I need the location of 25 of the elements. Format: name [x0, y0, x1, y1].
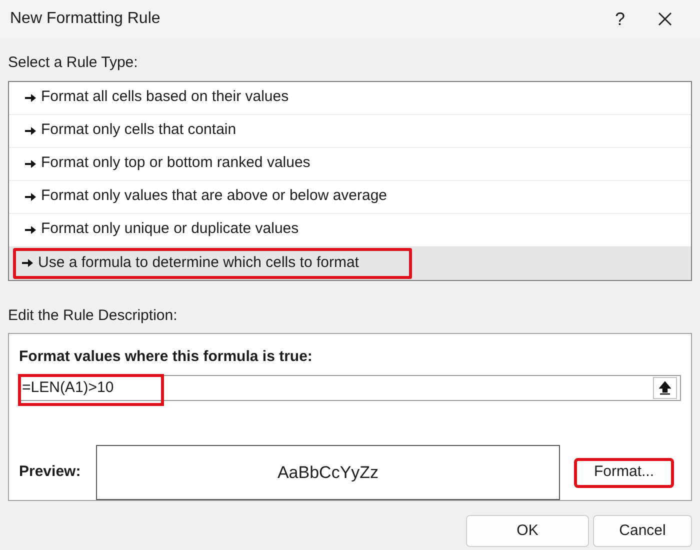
bullet-arrow-icon [25, 160, 36, 168]
bullet-arrow-icon [25, 94, 36, 102]
bullet-arrow-icon [25, 126, 36, 134]
rule-type-item[interactable]: Format only values that are above or below average [9, 180, 691, 214]
rule-type-item[interactable]: Format all cells based on their values [9, 82, 691, 114]
preview-label: Preview: [19, 462, 82, 482]
section-label: Edit the Rule Description: [8, 306, 178, 326]
rule-type-item[interactable]: Format only cells that contain [9, 114, 691, 148]
formula-value: =LEN(A1)>10 [22, 378, 115, 398]
dialog-button[interactable]: Cancel [593, 515, 692, 547]
format-button[interactable]: Format... [574, 458, 674, 488]
upload-arrow-icon [659, 380, 671, 395]
section-label: Select a Rule Type: [8, 53, 139, 73]
window-title: New Formatting Rule [10, 9, 162, 29]
rule-type-item[interactable]: Format only top or bottom ranked values [9, 148, 691, 180]
bullet-arrow-icon [25, 226, 36, 234]
formula-label: Format values where this formula is true: [19, 347, 314, 367]
bullet-arrow-icon [22, 259, 33, 267]
preview-box: AaBbCcYyZz [96, 445, 560, 500]
bullet-arrow-icon [25, 192, 36, 200]
close-icon [657, 11, 673, 27]
dialog-button[interactable]: OK [466, 515, 589, 547]
collapse-button[interactable] [653, 376, 677, 399]
help-button[interactable]: ? [600, 4, 640, 34]
rule-type-item[interactable]: Use a formula to determine which cells to format [9, 246, 691, 280]
